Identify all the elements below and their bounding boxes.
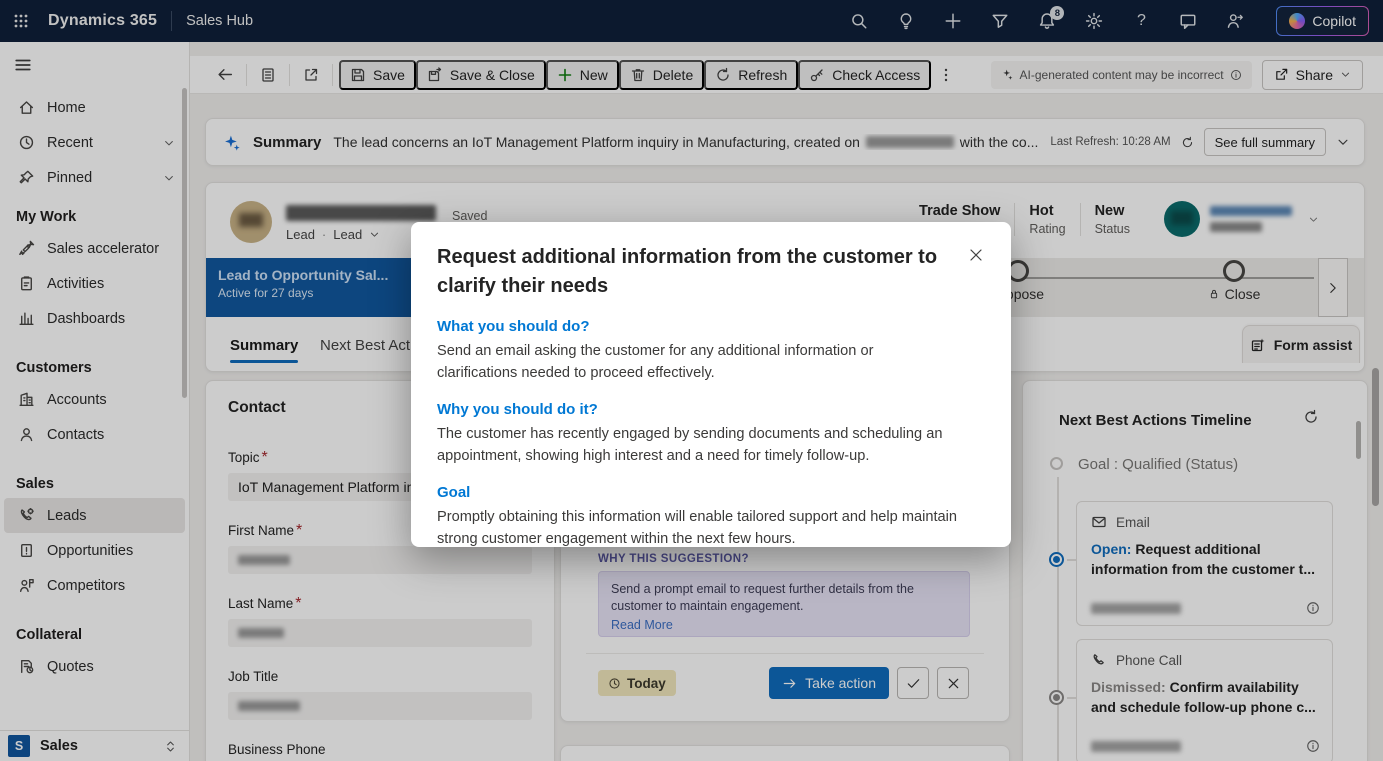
- dialog-section-heading: Goal: [437, 484, 985, 501]
- dialog-title: Request additional information from the …: [437, 243, 942, 301]
- dialog-section-heading: What you should do?: [437, 318, 985, 335]
- dialog-section-body: The customer has recently engaged by sen…: [437, 423, 957, 467]
- close-dialog-icon[interactable]: [963, 242, 989, 268]
- dialog-section-body: Promptly obtaining this information will…: [437, 506, 957, 550]
- app-screen: Dynamics 365 Sales Hub 8 ? Copilot: [0, 0, 1383, 761]
- dialog-section-body: Send an email asking the customer for an…: [437, 340, 957, 384]
- suggestion-detail-dialog: Request additional information from the …: [411, 222, 1011, 547]
- dialog-section-heading: Why you should do it?: [437, 401, 985, 418]
